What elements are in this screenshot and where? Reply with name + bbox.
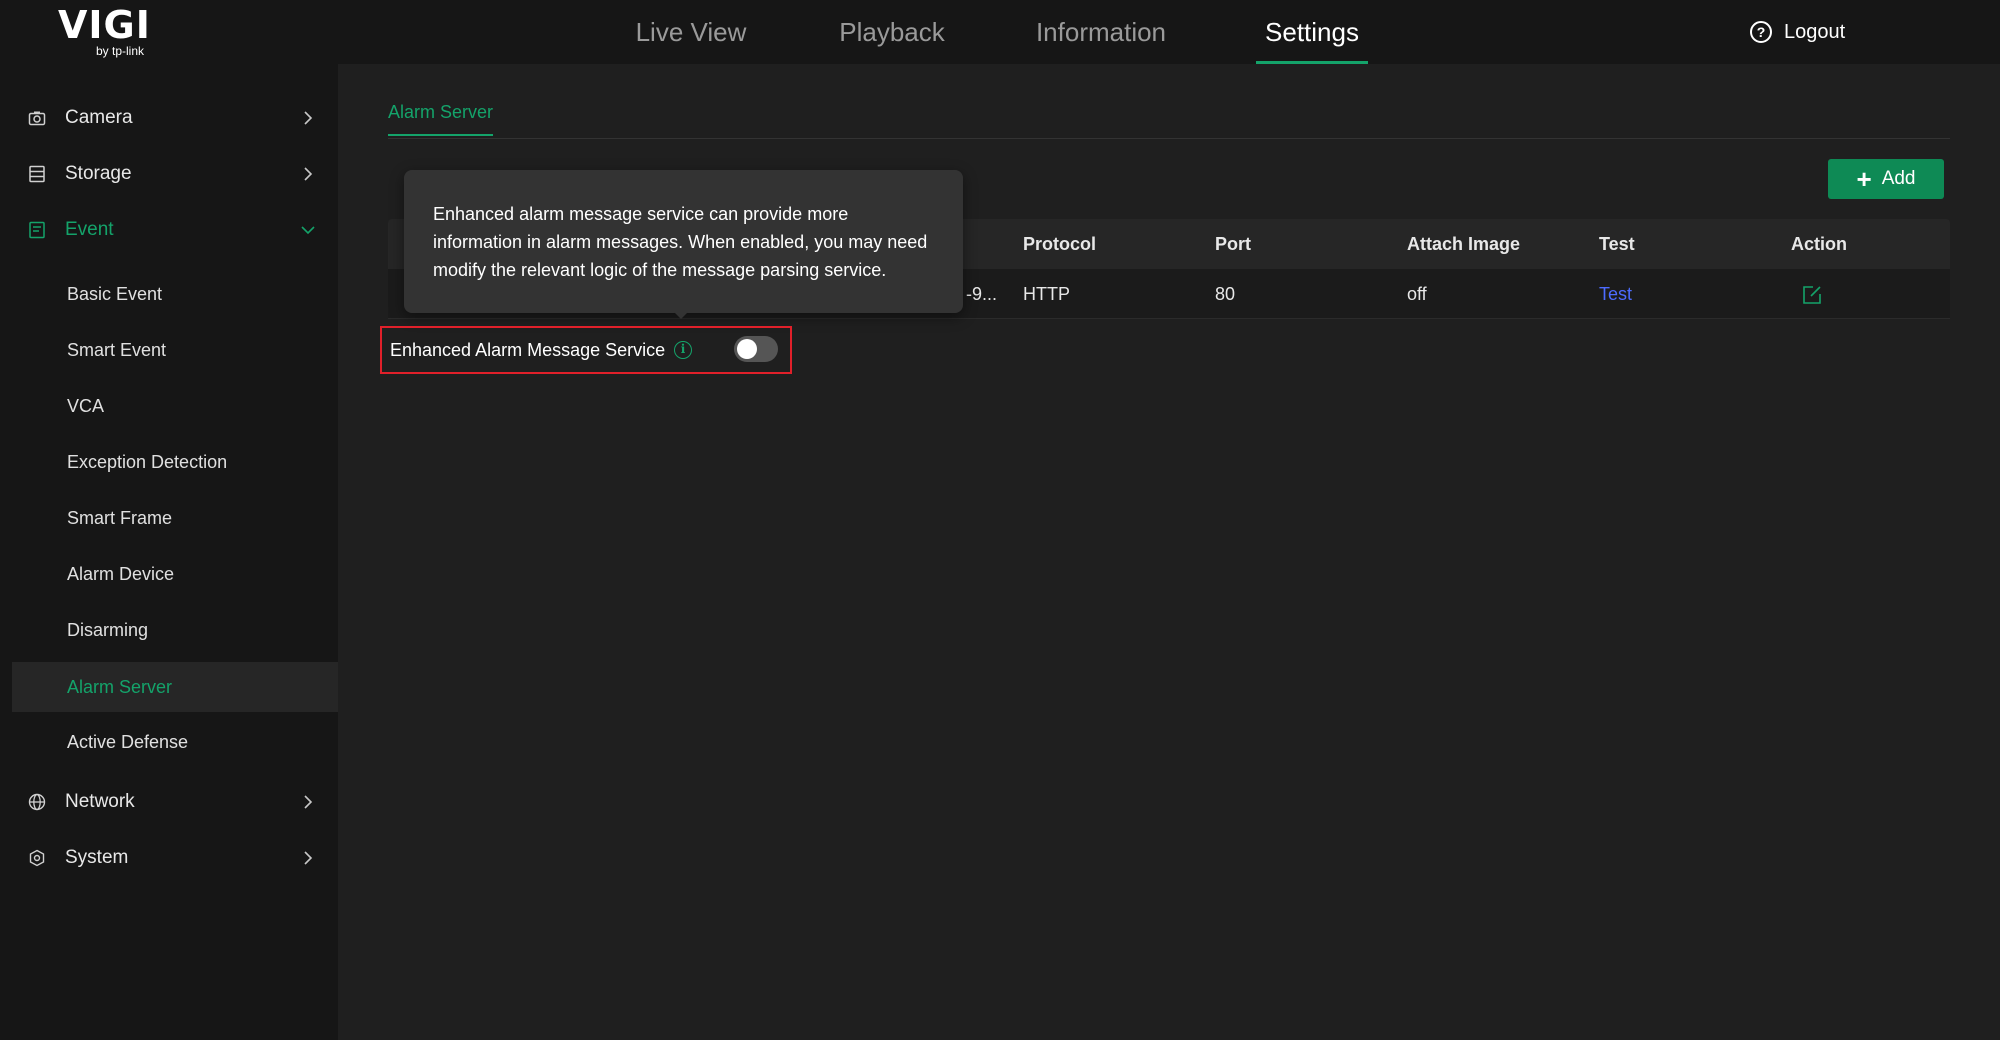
sidebar-item-label: Camera [65, 107, 133, 128]
tab-live-view[interactable]: Live View [626, 0, 756, 64]
edit-icon[interactable] [1802, 285, 1822, 305]
sidebar-subitem-disarming[interactable]: Disarming [12, 605, 338, 655]
top-bar: VIGI by tp-link Live View Playback Infor… [0, 0, 2000, 64]
sidebar-subitem-label: Exception Detection [67, 451, 228, 472]
column-header-attach-image: Attach Image [1407, 234, 1521, 254]
tooltip-arrow [674, 312, 688, 319]
enhanced-alarm-service-label: Enhanced Alarm Message Service [390, 340, 666, 360]
column-header-action: Action [1791, 234, 1847, 254]
enhanced-alarm-service-toggle[interactable] [734, 336, 778, 362]
column-header-port: Port [1215, 234, 1251, 254]
storage-icon [29, 165, 45, 183]
sidebar-subitem-alarm-server[interactable]: Alarm Server [12, 662, 338, 712]
info-icon[interactable]: i [674, 341, 692, 359]
sidebar-item-event[interactable]: Event [0, 202, 338, 258]
sidebar-subitem-basic-event[interactable]: Basic Event [12, 269, 338, 319]
sidebar-subitem-alarm-device[interactable]: Alarm Device [12, 549, 338, 599]
sidebar-subitem-label: Alarm Server [67, 676, 173, 697]
tab-playback[interactable]: Playback [830, 0, 954, 64]
sidebar-item-label: Storage [65, 163, 132, 184]
chevron-down-icon [301, 226, 315, 235]
enhanced-alarm-service-row: Enhanced Alarm Message Service i [380, 326, 792, 374]
logo-text: VIGI [58, 3, 151, 47]
column-header-test: Test [1599, 234, 1635, 254]
tab-settings-label: Settings [1265, 17, 1359, 47]
column-header-protocol: Protocol [1023, 234, 1097, 254]
cell-truncated-address: -9... [966, 284, 998, 304]
sidebar-item-label: Network [65, 791, 135, 812]
plus-icon: + [1856, 164, 1872, 194]
chevron-right-icon [304, 111, 313, 125]
cell-attach-image: off [1407, 284, 1427, 304]
chevron-right-icon [304, 167, 313, 181]
sidebar-subitem-smart-event[interactable]: Smart Event [12, 325, 338, 375]
cell-port: 80 [1215, 284, 1236, 304]
add-button[interactable]: + Add [1828, 159, 1944, 199]
cell-protocol: HTTP [1023, 284, 1070, 304]
sidebar-item-network[interactable]: Network [0, 774, 338, 830]
camera-icon [28, 111, 46, 126]
sidebar-subitem-label: Alarm Device [67, 563, 175, 584]
tab-information[interactable]: Information [1026, 0, 1176, 64]
logout-label: Logout [1784, 20, 1846, 43]
sidebar-item-label: System [65, 847, 129, 868]
system-icon [29, 849, 45, 867]
globe-icon [28, 793, 46, 811]
tab-settings[interactable]: Settings [1256, 0, 1368, 64]
help-icon[interactable]: ? [1750, 21, 1772, 43]
add-button-label: Add [1881, 168, 1916, 189]
sidebar-subitem-vca[interactable]: VCA [12, 381, 338, 431]
sidebar-subitem-active-defense[interactable]: Active Defense [12, 717, 338, 767]
active-subtab-underline [388, 134, 494, 136]
tab-alarm-server[interactable]: Alarm Server [388, 102, 494, 136]
sidebar-item-camera[interactable]: Camera [0, 90, 338, 146]
sidebar-item-label: Event [65, 219, 114, 240]
logout-button[interactable]: ? Logout [1750, 0, 1845, 64]
sidebar-subitem-label: VCA [67, 395, 105, 416]
sidebar-subitem-exception-detection[interactable]: Exception Detection [12, 437, 338, 487]
toggle-knob [737, 339, 757, 359]
sidebar-item-storage[interactable]: Storage [0, 146, 338, 202]
tab-alarm-server-label: Alarm Server [388, 102, 494, 122]
sidebar-subitem-label: Disarming [67, 619, 149, 640]
vigi-logo[interactable]: VIGI by tp-link [58, 6, 168, 58]
chevron-right-icon [304, 851, 313, 865]
test-link[interactable]: Test [1599, 269, 1632, 319]
event-icon [29, 221, 45, 239]
chevron-right-icon [304, 795, 313, 809]
sidebar-subitem-label: Smart Frame [67, 507, 173, 528]
sidebar-subitem-label: Active Defense [67, 731, 189, 752]
tooltip-text: Enhanced alarm message service can provi… [433, 204, 928, 280]
enhanced-service-tooltip: Enhanced alarm message service can provi… [404, 170, 963, 313]
sidebar-subitem-smart-frame[interactable]: Smart Frame [12, 493, 338, 543]
subtab-bar: Alarm Server [388, 64, 1950, 139]
sidebar-subitem-label: Smart Event [67, 339, 167, 360]
sidebar: Camera Storage Event Basic Event Smart E… [0, 64, 338, 1040]
sidebar-item-system[interactable]: System [0, 830, 338, 886]
logo-byline: by tp-link [96, 44, 145, 58]
sidebar-subitem-label: Basic Event [67, 283, 163, 304]
